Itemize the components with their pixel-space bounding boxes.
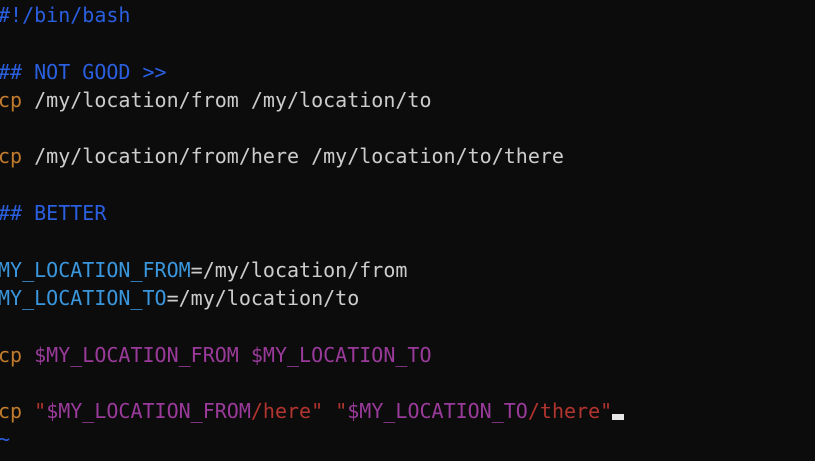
code-line: cp /my/location/from /my/location/to bbox=[0, 86, 624, 114]
code-token-plain: /my/location/from/here /my/location/to/t… bbox=[22, 144, 564, 169]
terminal-window[interactable]: #!/bin/bash ## NOT GOOD >> cp /my/location… bbox=[0, 0, 815, 461]
code-line: ## BETTER bbox=[0, 199, 624, 227]
text-cursor bbox=[612, 414, 625, 421]
code-token-str: /here" bbox=[250, 399, 324, 424]
code-token-str: /there" bbox=[527, 399, 613, 424]
code-line: cp $MY_LOCATION_FROM $MY_LOCATION_TO bbox=[0, 341, 624, 369]
code-token-comment: ## NOT GOOD >> bbox=[0, 59, 167, 84]
code-token-plain: =/my/location/from bbox=[190, 257, 408, 282]
code-token-plain: =/my/location/to bbox=[166, 285, 360, 310]
code-token-ref: $MY_LOCATION_FROM bbox=[34, 342, 239, 367]
code-token-cmd: cp bbox=[0, 342, 23, 367]
editor-buffer[interactable]: #!/bin/bash ## NOT GOOD >> cp /my/location… bbox=[0, 1, 625, 454]
code-token-shebang: #!/bin/bash bbox=[0, 3, 131, 27]
code-line: #!/bin/bash bbox=[0, 1, 624, 29]
code-token-var: MY_LOCATION_TO bbox=[0, 285, 167, 310]
code-line: MY_LOCATION_FROM=/my/location/from bbox=[0, 256, 624, 284]
code-line: ~ bbox=[0, 425, 624, 453]
code-token-var: MY_LOCATION_FROM bbox=[0, 257, 191, 282]
code-token-ref: $MY_LOCATION_TO bbox=[347, 399, 528, 424]
code-line: cp /my/location/from/here /my/location/t… bbox=[0, 142, 624, 170]
code-token-str: " bbox=[34, 399, 47, 424]
code-token-plain: /my/location/from /my/location/to bbox=[22, 87, 432, 112]
code-token-cmd: cp bbox=[0, 87, 23, 112]
code-token-str: " bbox=[335, 399, 348, 424]
code-line: ## NOT GOOD >> bbox=[0, 58, 624, 86]
code-token-comment: ## BETTER bbox=[0, 201, 107, 226]
code-token-cmd: cp bbox=[0, 399, 23, 424]
code-token-tilde: ~ bbox=[0, 427, 11, 452]
code-token-ref: $MY_LOCATION_TO bbox=[250, 342, 432, 367]
code-token-cmd: cp bbox=[0, 144, 23, 169]
code-token-ref: $MY_LOCATION_FROM bbox=[46, 399, 251, 424]
code-line: cp "$MY_LOCATION_FROM/here" "$MY_LOCATIO… bbox=[0, 397, 625, 425]
code-line: MY_LOCATION_TO=/my/location/to bbox=[0, 284, 624, 312]
